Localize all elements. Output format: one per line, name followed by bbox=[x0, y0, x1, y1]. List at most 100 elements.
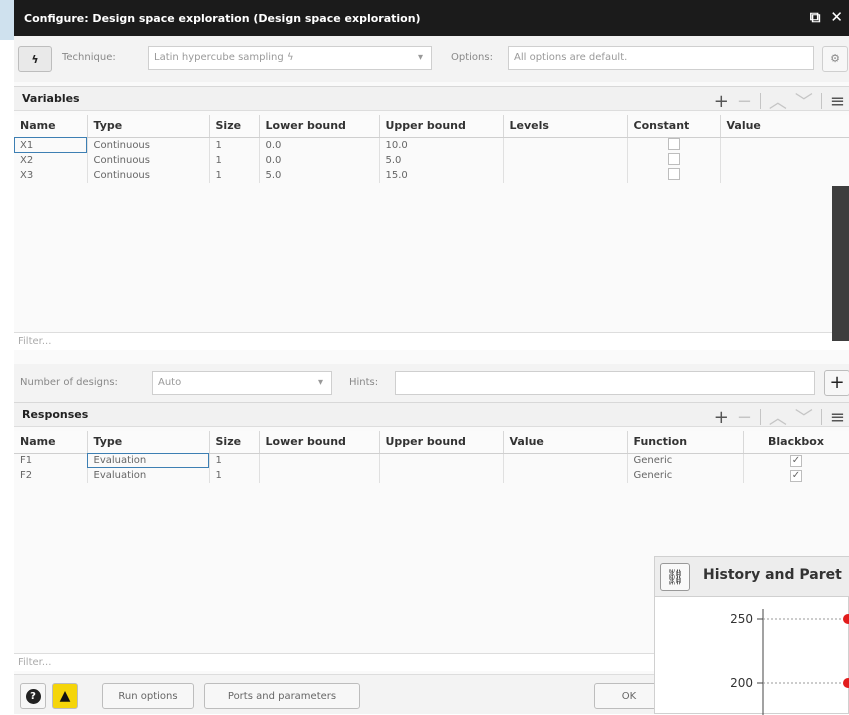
table-row[interactable]: F1 Evaluation 1 Generic ✓ bbox=[14, 453, 849, 468]
add-variable-icon[interactable]: + bbox=[714, 91, 729, 112]
cell-value[interactable] bbox=[503, 453, 628, 468]
column-header[interactable]: Function bbox=[627, 431, 744, 454]
column-header[interactable]: Lower bound bbox=[259, 431, 380, 454]
column-header[interactable]: Blackbox bbox=[743, 431, 849, 454]
column-header[interactable]: Type bbox=[87, 115, 210, 138]
ports-and-parameters-button[interactable]: Ports and parameters bbox=[204, 683, 360, 709]
cell-lower-bound[interactable]: 5.0 bbox=[259, 167, 380, 183]
column-header[interactable]: Name bbox=[14, 431, 88, 454]
cell-upper-bound[interactable] bbox=[379, 468, 504, 483]
cell-function[interactable]: Generic bbox=[627, 453, 744, 468]
cell-size[interactable]: 1 bbox=[209, 167, 260, 183]
column-header[interactable]: Upper bound bbox=[379, 115, 504, 138]
cell-type[interactable]: Evaluation bbox=[87, 468, 210, 483]
cell-name[interactable]: X2 bbox=[14, 152, 88, 168]
constant-checkbox[interactable] bbox=[667, 137, 680, 150]
constant-checkbox[interactable] bbox=[667, 152, 680, 165]
cell-size[interactable]: 1 bbox=[209, 137, 260, 153]
cell-blackbox: ✓ bbox=[743, 468, 849, 483]
data-point[interactable] bbox=[843, 614, 849, 624]
variables-header: Variables + − ︿ ﹀ ≡ bbox=[14, 87, 849, 114]
cell-value[interactable] bbox=[720, 167, 849, 183]
technique-button[interactable]: ϟ bbox=[18, 46, 52, 72]
add-response-icon[interactable]: + bbox=[714, 407, 729, 428]
lightning-icon: ϟ bbox=[286, 52, 294, 63]
column-header[interactable]: Levels bbox=[503, 115, 628, 138]
move-up-icon[interactable]: ︿ bbox=[769, 404, 787, 430]
table-row[interactable]: X2 Continuous 1 0.0 5.0 bbox=[14, 152, 849, 168]
column-header[interactable]: Type bbox=[87, 431, 210, 454]
run-options-button[interactable]: Run options bbox=[102, 683, 194, 709]
cell-type[interactable]: Continuous bbox=[87, 137, 210, 153]
cell-lower-bound[interactable]: 0.0 bbox=[259, 152, 380, 168]
divider bbox=[820, 93, 822, 109]
move-down-icon[interactable]: ﹀ bbox=[795, 88, 813, 114]
cell-type[interactable]: Continuous bbox=[87, 152, 210, 168]
menu-icon[interactable]: ≡ bbox=[830, 407, 845, 428]
cell-lower-bound[interactable] bbox=[259, 453, 380, 468]
cell-upper-bound[interactable]: 15.0 bbox=[379, 167, 504, 183]
remove-variable-icon[interactable]: − bbox=[737, 91, 752, 112]
cell-value[interactable] bbox=[720, 152, 849, 168]
y-tick-label: 200 bbox=[730, 676, 753, 690]
column-header[interactable]: Value bbox=[503, 431, 628, 454]
cell-upper-bound[interactable]: 10.0 bbox=[379, 137, 504, 153]
history-pareto-title: History and Paret bbox=[703, 567, 842, 583]
warning-button[interactable]: ▲ bbox=[52, 683, 78, 709]
constant-checkbox[interactable] bbox=[667, 167, 680, 180]
table-row[interactable]: F2 Evaluation 1 Generic ✓ bbox=[14, 468, 849, 483]
variables-filter-input[interactable]: Filter... bbox=[14, 332, 849, 350]
column-header[interactable]: Constant bbox=[627, 115, 721, 138]
column-header[interactable]: Name bbox=[14, 115, 88, 138]
cell-lower-bound[interactable]: 0.0 bbox=[259, 137, 380, 153]
cell-size[interactable]: 1 bbox=[209, 468, 260, 483]
cell-levels[interactable] bbox=[503, 152, 628, 168]
cell-value[interactable] bbox=[720, 137, 849, 153]
hints-input[interactable] bbox=[395, 371, 815, 395]
data-point[interactable] bbox=[843, 678, 849, 688]
help-button[interactable]: ? bbox=[20, 683, 46, 709]
cell-size[interactable]: 1 bbox=[209, 152, 260, 168]
move-down-icon[interactable]: ﹀ bbox=[795, 404, 813, 430]
cell-name[interactable]: X3 bbox=[14, 167, 88, 183]
cell-name[interactable]: X1 bbox=[14, 137, 88, 153]
blackbox-checkbox[interactable]: ✓ bbox=[790, 454, 802, 467]
table-row[interactable]: X1 Continuous 1 0.0 10.0 bbox=[14, 137, 849, 153]
close-icon[interactable]: ✕ bbox=[830, 8, 843, 26]
table-row[interactable]: X3 Continuous 1 5.0 15.0 bbox=[14, 167, 849, 183]
cell-lower-bound[interactable] bbox=[259, 468, 380, 483]
menu-icon[interactable]: ≡ bbox=[830, 91, 845, 112]
hints-label: Hints: bbox=[349, 377, 379, 388]
maximize-icon[interactable]: ⧉ bbox=[810, 8, 821, 26]
cell-size[interactable]: 1 bbox=[209, 453, 260, 468]
number-of-designs-label: Number of designs: bbox=[20, 377, 118, 388]
cell-value[interactable] bbox=[503, 468, 628, 483]
cell-constant bbox=[627, 167, 721, 183]
column-header[interactable]: Size bbox=[209, 431, 260, 454]
cell-type[interactable]: Evaluation bbox=[87, 453, 210, 468]
column-header[interactable]: Lower bound bbox=[259, 115, 380, 138]
column-header[interactable]: Upper bound bbox=[379, 431, 504, 454]
cell-levels[interactable] bbox=[503, 167, 628, 183]
cell-name[interactable]: F2 bbox=[14, 468, 88, 483]
lightning-icon: ϟ bbox=[31, 52, 39, 66]
link-button[interactable]: ⛓ bbox=[660, 563, 690, 591]
move-up-icon[interactable]: ︿ bbox=[769, 88, 787, 114]
chevron-down-icon: ▾ bbox=[317, 377, 323, 388]
history-pareto-header: ⛓ History and Paret bbox=[655, 557, 849, 597]
cell-name[interactable]: F1 bbox=[14, 453, 88, 468]
cell-upper-bound[interactable] bbox=[379, 453, 504, 468]
add-hint-button[interactable]: + bbox=[824, 370, 849, 396]
remove-response-icon[interactable]: − bbox=[737, 407, 752, 428]
cell-levels[interactable] bbox=[503, 137, 628, 153]
cell-function[interactable]: Generic bbox=[627, 468, 744, 483]
cell-upper-bound[interactable]: 5.0 bbox=[379, 152, 504, 168]
number-of-designs-select[interactable]: Auto ▾ bbox=[152, 371, 332, 395]
options-field[interactable]: All options are default. bbox=[508, 46, 814, 70]
options-gear-button[interactable]: ⚙ bbox=[822, 46, 848, 72]
blackbox-checkbox[interactable]: ✓ bbox=[790, 469, 802, 482]
column-header[interactable]: Value bbox=[720, 115, 849, 138]
cell-type[interactable]: Continuous bbox=[87, 167, 210, 183]
column-header[interactable]: Size bbox=[209, 115, 260, 138]
technique-select[interactable]: Latin hypercube sampling ϟ ▾ bbox=[148, 46, 432, 70]
